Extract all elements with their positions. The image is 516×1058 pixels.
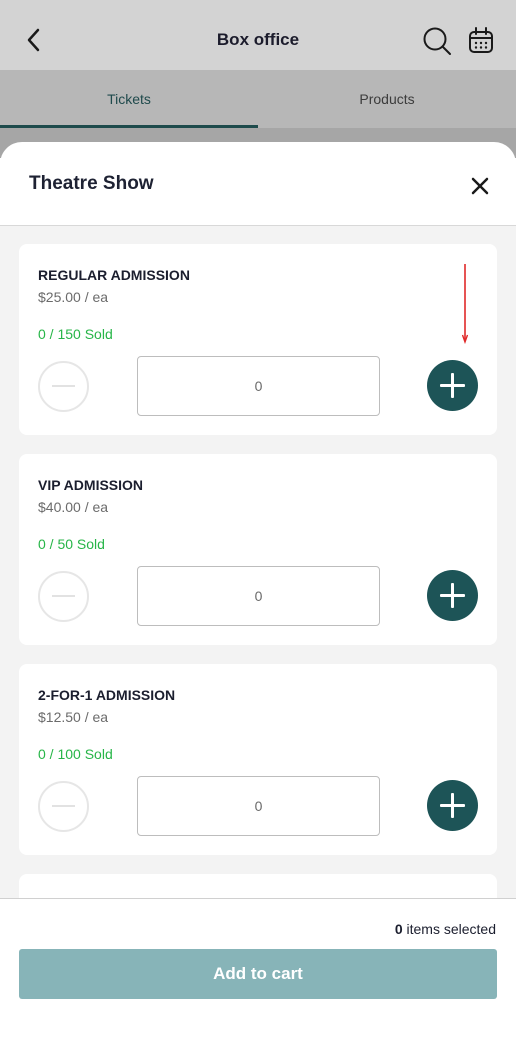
plus-icon[interactable] <box>427 780 478 831</box>
ticket-sheet: Theatre Show REGULAR ADMISSION $25.00 / … <box>0 142 516 1058</box>
ticket-name: 2-FOR-1 ADMISSION <box>38 687 176 703</box>
minus-icon[interactable] <box>38 361 89 412</box>
ticket-price: $40.00 / ea <box>38 499 109 515</box>
ticket-card-2for1: 2-FOR-1 ADMISSION $12.50 / ea 0 / 100 So… <box>19 664 497 855</box>
items-selected-count: 0 items selected <box>395 921 496 937</box>
ticket-card-vip: VIP ADMISSION $40.00 / ea 0 / 50 Sold <box>19 454 497 645</box>
ticket-name: REGULAR ADMISSION <box>38 267 190 283</box>
ticket-sold-count: 0 / 150 Sold <box>38 326 113 342</box>
selected-count-label: items selected <box>406 921 496 937</box>
tab-tickets[interactable]: Tickets <box>0 70 258 128</box>
selected-count-value: 0 <box>394 921 403 937</box>
app-header: Box office <box>0 0 516 70</box>
sheet-title: Theatre Show <box>29 173 154 194</box>
quantity-input[interactable] <box>137 776 380 836</box>
plus-icon[interactable] <box>427 570 478 621</box>
ticket-list[interactable]: REGULAR ADMISSION $25.00 / ea 0 / 150 So… <box>0 226 516 898</box>
minus-icon[interactable] <box>38 781 89 832</box>
ticket-price: $12.50 / ea <box>38 709 109 725</box>
ticket-sold-count: 0 / 100 Sold <box>38 746 113 762</box>
calendar-icon[interactable] <box>467 26 495 56</box>
cart-footer: 0 items selected Add to cart <box>0 898 516 1058</box>
sheet-header: Theatre Show <box>0 142 516 226</box>
annotation-arrow-icon <box>462 264 468 344</box>
tab-products[interactable]: Products <box>258 70 516 128</box>
close-icon[interactable] <box>466 172 494 200</box>
add-to-cart-button[interactable]: Add to cart <box>19 949 497 999</box>
ticket-sold-count: 0 / 50 Sold <box>38 536 105 552</box>
tab-bar: Tickets Products <box>0 70 516 128</box>
ticket-price: $25.00 / ea <box>38 289 109 305</box>
ticket-name: VIP ADMISSION <box>38 477 144 493</box>
quantity-input[interactable] <box>137 566 380 626</box>
search-icon[interactable] <box>422 26 452 56</box>
quantity-input[interactable] <box>137 356 380 416</box>
ticket-card-partial <box>19 874 497 898</box>
plus-icon[interactable] <box>427 360 478 411</box>
minus-icon[interactable] <box>38 571 89 622</box>
ticket-card-regular: REGULAR ADMISSION $25.00 / ea 0 / 150 So… <box>19 244 497 435</box>
